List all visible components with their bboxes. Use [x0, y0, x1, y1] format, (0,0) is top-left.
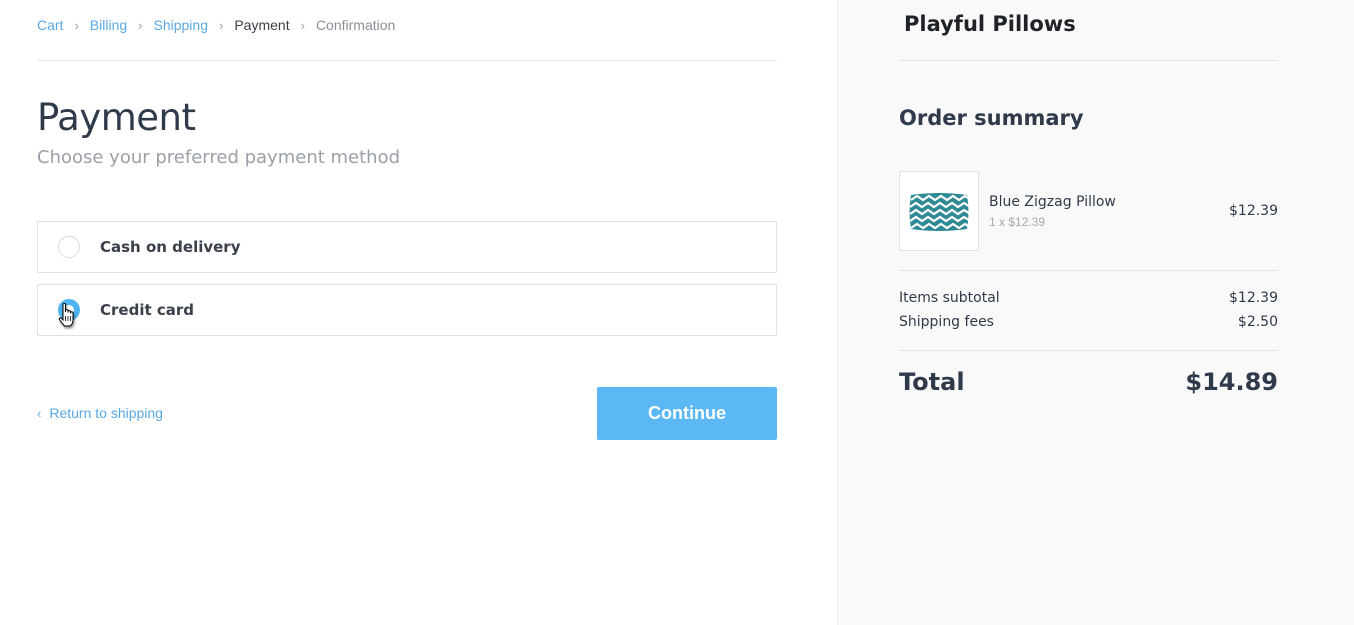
- breadcrumb-payment: Payment: [234, 17, 290, 33]
- checkout-main-panel: Cart › Billing › Shipping › Payment › Co…: [0, 0, 837, 625]
- breadcrumb-separator: ›: [74, 17, 79, 33]
- zigzag-pillow-image: [909, 193, 970, 231]
- page-subtitle: Choose your preferred payment method: [37, 147, 401, 168]
- total-value: $14.89: [1185, 368, 1278, 396]
- store-brand-logo: Playful Pillows: [904, 12, 1076, 36]
- breadcrumb-billing[interactable]: Billing: [90, 17, 127, 33]
- return-to-shipping-link[interactable]: ‹ Return to shipping: [37, 405, 163, 421]
- sidebar-divider: [899, 60, 1278, 61]
- items-subtotal-value: $12.39: [1229, 290, 1278, 306]
- breadcrumb-confirmation: Confirmation: [315, 17, 396, 33]
- product-quantity: 1 x $12.39: [989, 215, 1046, 229]
- page-title: Payment: [37, 96, 196, 139]
- continue-button[interactable]: Continue: [597, 387, 777, 440]
- header-divider: [37, 60, 777, 61]
- breadcrumb-separator: ›: [219, 17, 224, 33]
- breadcrumb-cart[interactable]: Cart: [37, 17, 63, 33]
- breadcrumb-separator: ›: [138, 17, 143, 33]
- sidebar-divider: [899, 270, 1278, 271]
- sidebar-divider: [899, 350, 1278, 351]
- credit-card-radio[interactable]: [58, 299, 80, 321]
- cash-on-delivery-label: Cash on delivery: [100, 238, 241, 256]
- chevron-left-icon: ‹: [37, 405, 42, 421]
- shipping-fees-value: $2.50: [1237, 314, 1278, 330]
- payment-option-cash-on-delivery[interactable]: Cash on delivery: [37, 221, 777, 273]
- product-thumbnail: [899, 171, 979, 251]
- product-price: $12.39: [1229, 203, 1278, 219]
- breadcrumb-shipping[interactable]: Shipping: [154, 17, 209, 33]
- credit-card-label: Credit card: [100, 301, 194, 319]
- breadcrumb-separator: ›: [300, 17, 305, 33]
- items-subtotal-label: Items subtotal: [899, 290, 1000, 306]
- return-to-shipping-label: Return to shipping: [49, 405, 163, 421]
- shipping-fees-label: Shipping fees: [899, 314, 994, 330]
- product-name: Blue Zigzag Pillow: [989, 194, 1116, 210]
- cash-on-delivery-radio[interactable]: [58, 236, 80, 258]
- total-label: Total: [899, 368, 965, 396]
- breadcrumb: Cart › Billing › Shipping › Payment › Co…: [37, 16, 395, 34]
- order-summary-panel: Playful Pillows Order summary Blue Zigza…: [837, 0, 1354, 625]
- payment-option-credit-card[interactable]: Credit card: [37, 284, 777, 336]
- order-summary-title: Order summary: [899, 106, 1084, 130]
